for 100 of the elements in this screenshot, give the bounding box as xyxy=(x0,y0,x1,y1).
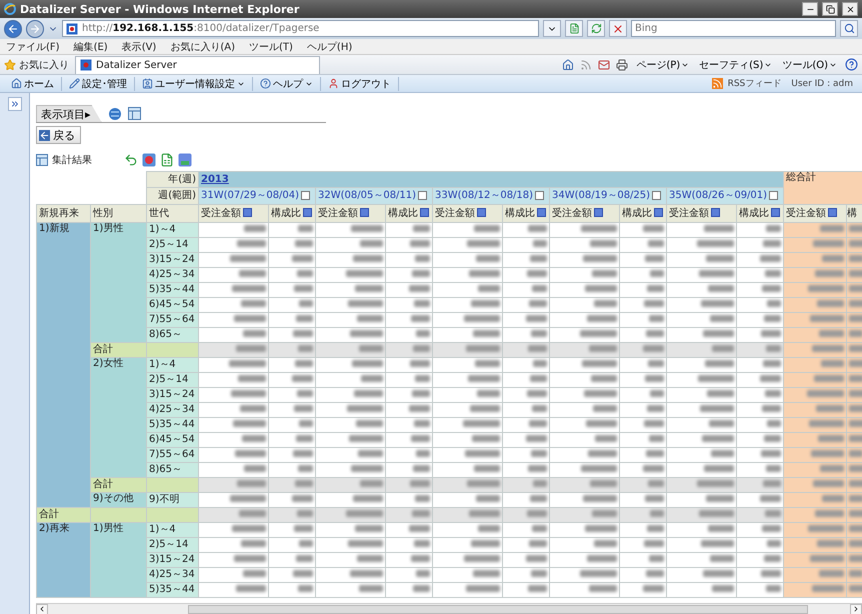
blurred-value xyxy=(701,300,734,307)
minimize-button[interactable] xyxy=(802,2,818,16)
toolbar-item[interactable]: ユーザー情報設定 xyxy=(135,76,253,90)
blurred-value xyxy=(353,255,383,262)
blurred-value xyxy=(469,510,500,517)
horizontal-scrollbar[interactable] xyxy=(36,603,862,614)
filter-icon[interactable] xyxy=(420,208,429,218)
blurred-value xyxy=(767,420,782,427)
expand-icon[interactable] xyxy=(652,190,662,200)
scroll-right-button[interactable] xyxy=(850,604,862,614)
command-menu[interactable]: ツール(O) xyxy=(780,58,839,72)
blurred-value xyxy=(240,405,266,412)
favorites-button[interactable]: お気に入り xyxy=(4,58,69,72)
grid-icon[interactable] xyxy=(128,107,141,120)
blurred-value xyxy=(350,570,383,577)
close-button[interactable] xyxy=(842,2,858,16)
toolbar-item[interactable]: ホーム xyxy=(4,76,62,90)
command-menu[interactable]: セーフティ(S) xyxy=(697,58,774,72)
blurred-value xyxy=(766,345,782,352)
blurred-value xyxy=(698,375,734,382)
filter-icon[interactable] xyxy=(771,208,780,218)
row-header: 6)45～54 xyxy=(146,298,198,312)
expand-icon[interactable] xyxy=(535,190,544,200)
back-button[interactable] xyxy=(4,20,22,38)
display-items-tab[interactable]: 表示項目▸ xyxy=(36,105,102,122)
address-field[interactable]: http://192.168.1.155:8100/datalizer/Tpagerse xyxy=(62,20,539,37)
year-link[interactable]: 2013 xyxy=(201,174,229,184)
blurred-value xyxy=(817,540,844,547)
blurred-value xyxy=(643,225,664,232)
filter-icon[interactable] xyxy=(828,208,838,218)
browser-tab[interactable]: Datalizer Server xyxy=(75,56,320,74)
refresh-button[interactable] xyxy=(587,20,605,37)
blurred-value xyxy=(701,540,734,547)
undo-icon[interactable] xyxy=(124,152,138,166)
mail-icon[interactable] xyxy=(598,58,610,70)
blurred-value xyxy=(533,480,547,487)
back-link-button[interactable]: 戻る xyxy=(36,126,81,144)
help-icon[interactable] xyxy=(845,58,858,71)
blurred-value xyxy=(410,360,430,367)
filter-icon[interactable] xyxy=(303,208,312,218)
menu-item[interactable]: ヘルプ(H) xyxy=(306,40,352,54)
menu-item[interactable]: ツール(T) xyxy=(249,40,293,54)
blurred-value xyxy=(849,420,862,427)
command-menu[interactable]: ページ(P) xyxy=(634,58,692,72)
search-button[interactable] xyxy=(840,20,858,37)
blurred-value xyxy=(243,330,266,337)
blurred-value xyxy=(815,270,844,277)
rss-icon[interactable] xyxy=(712,78,723,89)
row-header: 1)～4 xyxy=(146,222,198,238)
expand-icon[interactable] xyxy=(769,190,778,200)
blurred-value xyxy=(583,495,617,502)
toolbar-item[interactable]: 設定･管理 xyxy=(62,76,135,90)
blurred-value xyxy=(346,510,383,517)
blurred-value xyxy=(298,225,313,232)
menu-item[interactable]: 表示(V) xyxy=(122,40,156,54)
menu-item[interactable]: 編集(E) xyxy=(74,40,108,54)
rss-link[interactable]: RSSフィード xyxy=(722,77,786,90)
expand-icon[interactable] xyxy=(301,190,310,200)
filter-icon[interactable] xyxy=(360,208,369,218)
search-field[interactable]: Bing xyxy=(631,20,836,37)
blurred-value xyxy=(697,240,734,247)
scroll-left-button[interactable] xyxy=(36,604,48,614)
blurred-value xyxy=(473,570,500,577)
blurred-value xyxy=(355,285,383,292)
expand-panel-button[interactable] xyxy=(8,97,22,111)
blurred-value xyxy=(474,225,500,232)
menu-item[interactable]: ファイル(F) xyxy=(6,40,60,54)
row-header: 1)新規 xyxy=(36,222,90,508)
toolbar-item[interactable]: ログアウト xyxy=(321,76,399,90)
blurred-value xyxy=(814,375,844,382)
column-header: 構成比 xyxy=(271,208,301,218)
expand-icon[interactable] xyxy=(418,190,428,200)
row-header: 5)35～44 xyxy=(146,418,198,432)
print-icon[interactable] xyxy=(616,58,628,70)
filter-icon[interactable] xyxy=(711,208,720,218)
filter-icon[interactable] xyxy=(537,208,546,218)
forward-button[interactable] xyxy=(26,20,44,38)
column-header: 受注金額 xyxy=(552,208,592,218)
globe-icon[interactable] xyxy=(108,106,122,120)
home-icon[interactable] xyxy=(562,58,574,70)
filter-icon[interactable] xyxy=(243,208,252,218)
blurred-value xyxy=(643,345,664,352)
menu-item[interactable]: お気に入り(A) xyxy=(170,40,235,54)
stop-button[interactable] xyxy=(609,20,627,37)
filter-icon[interactable] xyxy=(594,208,603,218)
filter-icon[interactable] xyxy=(654,208,663,218)
filter-icon[interactable] xyxy=(477,208,486,218)
blurred-value xyxy=(650,390,664,397)
window-title: Datalizer Server - Windows Internet Explorer xyxy=(20,2,300,16)
compatibility-button[interactable] xyxy=(565,20,583,37)
feed-icon[interactable] xyxy=(580,58,592,70)
blurred-value xyxy=(849,540,862,547)
blurred-value xyxy=(411,435,430,442)
table-header: 世代 xyxy=(146,204,198,222)
blurred-value xyxy=(762,285,782,292)
restore-button[interactable] xyxy=(822,2,838,16)
toolbar-item[interactable]: ヘルプ xyxy=(253,76,321,90)
spreadsheet-icon[interactable] xyxy=(160,152,174,166)
blurred-value xyxy=(586,420,617,427)
stop-icon xyxy=(612,22,624,34)
